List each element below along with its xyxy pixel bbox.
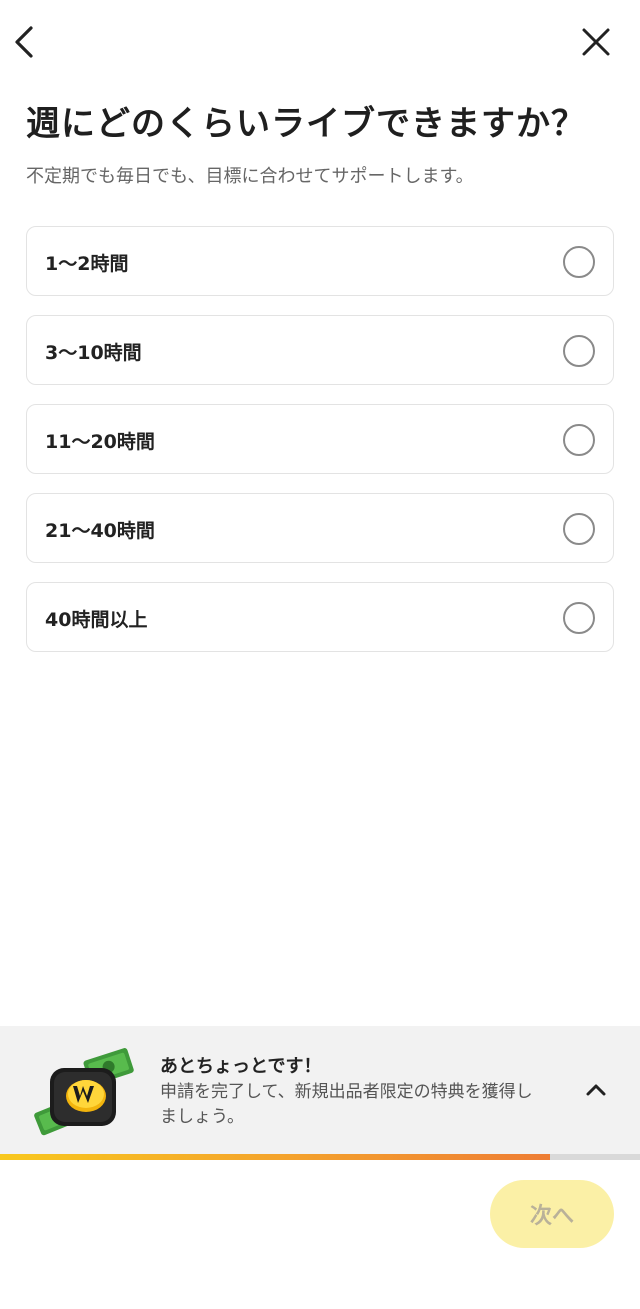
wallet-money-icon [34,1048,134,1136]
promo-banner: あとちょっとです！ 申請を完了して、新規出品者限定の特典を獲得しましょう。 [0,1026,640,1154]
radio-button[interactable] [563,513,595,545]
option-21-40-hours[interactable]: 21〜40時間 [26,493,614,563]
option-label: 3〜10時間 [45,342,142,364]
banner-title: あとちょっとです！ [160,1056,322,1077]
progress-bar [0,1154,640,1160]
back-button[interactable] [2,20,46,64]
radio-button[interactable] [563,602,595,634]
page-title: 週にどのくらいライブできますか？ [26,104,586,144]
top-bar [0,0,640,84]
close-icon [582,28,610,56]
option-3-10-hours[interactable]: 3〜10時間 [26,315,614,385]
option-40-plus-hours[interactable]: 40時間以上 [26,582,614,652]
radio-button[interactable] [563,424,595,456]
option-1-2-hours[interactable]: 1〜2時間 [26,226,614,296]
next-button[interactable]: 次へ [490,1180,614,1248]
chevron-up-icon [586,1084,606,1096]
option-label: 21〜40時間 [45,520,155,542]
close-button[interactable] [574,20,618,64]
option-11-20-hours[interactable]: 11〜20時間 [26,404,614,474]
progress-fill [0,1154,551,1160]
radio-button[interactable] [563,335,595,367]
expand-banner-button[interactable] [578,1072,614,1108]
radio-button[interactable] [563,246,595,278]
page-subtitle: 不定期でも毎日でも、目標に合わせてサポートします。 [26,166,474,187]
option-label: 1〜2時間 [45,253,129,275]
banner-body: 申請を完了して、新規出品者限定の特典を獲得しましょう。 [160,1082,533,1127]
option-label: 11〜20時間 [45,431,155,453]
chevron-left-icon [15,26,33,58]
hours-options-list: 1〜2時間 3〜10時間 11〜20時間 21〜40時間 40時間以上 [26,226,614,671]
option-label: 40時間以上 [45,609,148,631]
